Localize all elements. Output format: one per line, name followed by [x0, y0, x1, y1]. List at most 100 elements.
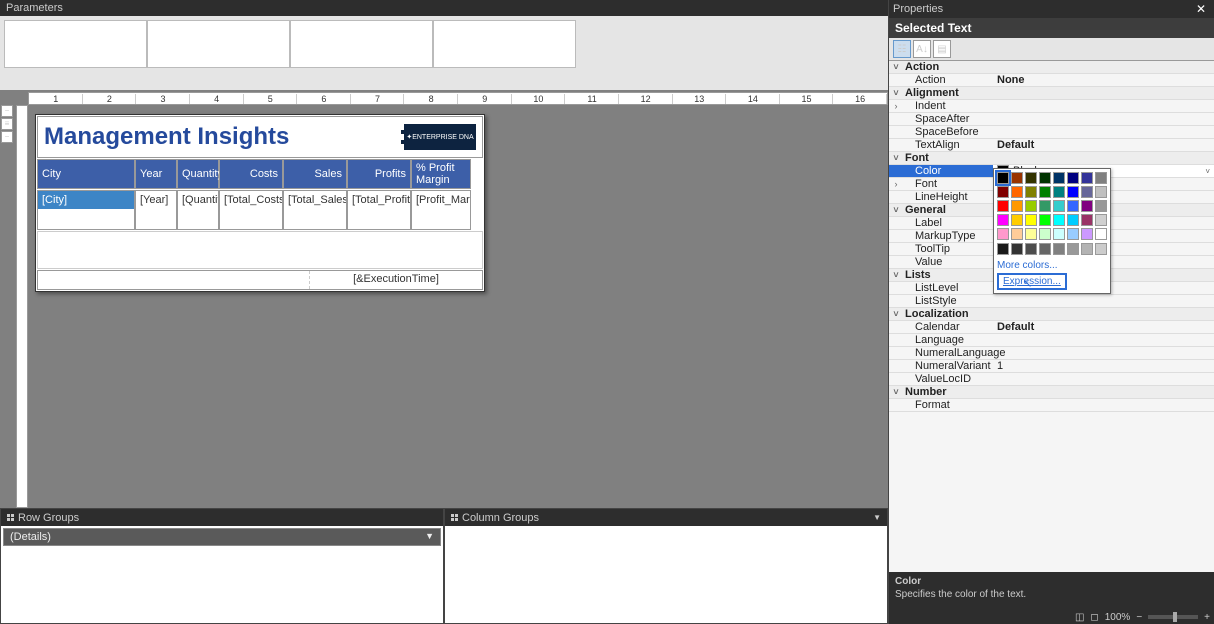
color-swatch[interactable] [1053, 243, 1065, 255]
color-swatch[interactable] [1025, 186, 1037, 198]
report-body[interactable]: Management Insights ✦ ENTERPRISE DNA Cit… [35, 114, 485, 292]
zoom-in-button[interactable]: + [1204, 612, 1210, 623]
color-swatch[interactable] [1039, 186, 1051, 198]
param-cell[interactable] [147, 20, 290, 68]
color-swatch[interactable] [1053, 214, 1065, 226]
color-swatch[interactable] [997, 214, 1009, 226]
zoom-slider[interactable] [1148, 615, 1198, 619]
color-swatch[interactable] [1081, 243, 1093, 255]
param-cell[interactable] [433, 20, 576, 68]
zoom-out-button[interactable]: − [1136, 612, 1142, 623]
color-swatch[interactable] [1095, 172, 1107, 184]
color-swatch[interactable] [1011, 172, 1023, 184]
close-icon[interactable]: ✕ [1192, 2, 1210, 16]
color-swatch[interactable] [1025, 214, 1037, 226]
color-swatch[interactable] [1095, 200, 1107, 212]
color-swatch[interactable] [1053, 186, 1065, 198]
expand-icon[interactable]: ˅ [889, 270, 903, 280]
alphabetical-view-button[interactable]: A↓ [913, 40, 931, 58]
param-cell[interactable] [290, 20, 433, 68]
color-swatch[interactable] [1067, 214, 1079, 226]
row-groups-body[interactable]: (Details) ▼ [1, 526, 443, 623]
color-swatch[interactable] [1067, 200, 1079, 212]
color-swatch[interactable] [1081, 200, 1093, 212]
report-title[interactable]: Management Insights [44, 123, 401, 151]
cell-quantity[interactable]: [Quantity] [178, 191, 218, 209]
color-swatch[interactable] [1025, 172, 1037, 184]
categorized-view-button[interactable]: ☷ [893, 40, 911, 58]
cell-city[interactable]: [City] [38, 191, 134, 209]
color-swatch[interactable] [1053, 172, 1065, 184]
col-header-profits[interactable]: Profits [348, 160, 410, 188]
cell-sales[interactable]: [Total_Sales] [284, 191, 346, 209]
col-header-city[interactable]: City [38, 160, 134, 188]
color-swatch[interactable] [1039, 243, 1051, 255]
expand-icon[interactable]: ˅ [889, 309, 903, 319]
color-swatch[interactable] [1095, 214, 1107, 226]
color-swatch[interactable] [1039, 172, 1051, 184]
color-swatch[interactable] [1067, 172, 1079, 184]
cell-year[interactable]: [Year] [136, 191, 176, 209]
color-swatch[interactable] [1095, 243, 1107, 255]
color-swatch[interactable] [1081, 172, 1093, 184]
color-swatch[interactable] [1039, 214, 1051, 226]
fit-page-icon[interactable]: ◻ [1090, 612, 1098, 623]
expand-icon[interactable]: › [889, 179, 903, 189]
logo-badge[interactable]: ✦ ENTERPRISE DNA [401, 124, 476, 150]
expand-icon[interactable]: › [889, 101, 903, 111]
col-header-quantity[interactable]: Quantity [178, 160, 218, 188]
param-cell[interactable] [4, 20, 147, 68]
color-swatch[interactable] [1039, 200, 1051, 212]
property-pages-button[interactable]: ▤ [933, 40, 951, 58]
expand-icon[interactable]: ˅ [889, 387, 903, 397]
color-swatch[interactable] [1053, 200, 1065, 212]
color-swatch[interactable] [1011, 243, 1023, 255]
color-swatch[interactable] [1081, 214, 1093, 226]
color-swatch[interactable] [1011, 186, 1023, 198]
expression-link[interactable]: Expression... ↖ [997, 273, 1067, 290]
color-swatch[interactable] [1025, 228, 1037, 240]
cell-profits[interactable]: [Total_Profits] [348, 191, 410, 209]
color-swatch[interactable] [1025, 200, 1037, 212]
expand-icon[interactable]: ˅ [889, 62, 903, 72]
cell-costs[interactable]: [Total_Costs] [220, 191, 282, 209]
color-swatch[interactable] [1095, 228, 1107, 240]
col-header-year[interactable]: Year [136, 160, 176, 188]
properties-grid[interactable]: ˅Action ActionNone ˅Alignment ›Indent Sp… [889, 61, 1214, 572]
color-swatch[interactable] [1011, 228, 1023, 240]
color-swatch[interactable] [1081, 228, 1093, 240]
color-swatch[interactable] [997, 172, 1009, 184]
color-swatch[interactable] [1067, 228, 1079, 240]
fit-width-icon[interactable]: ◫ [1075, 612, 1084, 623]
color-swatch[interactable] [1011, 200, 1023, 212]
color-swatch[interactable] [997, 243, 1009, 255]
col-header-margin[interactable]: % Profit Margin [412, 160, 470, 188]
color-swatch[interactable] [997, 200, 1009, 212]
dropdown-arrow-icon[interactable]: ▼ [873, 513, 881, 522]
color-swatch[interactable] [1081, 186, 1093, 198]
color-swatch[interactable] [997, 228, 1009, 240]
expand-icon[interactable]: ˅ [889, 88, 903, 98]
collapse-section-button[interactable]: − [1, 105, 13, 117]
more-colors-link[interactable]: More colors... [997, 258, 1107, 273]
cell-margin[interactable]: [Profit_Margin] [412, 191, 470, 209]
expand-icon[interactable]: ˅ [889, 153, 903, 163]
color-swatch[interactable] [1011, 214, 1023, 226]
color-swatch[interactable] [1025, 243, 1037, 255]
color-swatch[interactable] [1067, 186, 1079, 198]
col-header-costs[interactable]: Costs [220, 160, 282, 188]
color-swatch[interactable] [1053, 228, 1065, 240]
design-surface[interactable]: 1 2 3 4 5 6 7 8 9 10 11 12 13 14 15 16 −… [0, 90, 888, 508]
color-swatch[interactable] [1095, 186, 1107, 198]
dropdown-arrow-icon[interactable]: ˅ [1205, 167, 1210, 176]
row-group-details[interactable]: (Details) ▼ [3, 528, 441, 546]
exec-time-field[interactable]: [&ExecutionTime] [310, 271, 482, 289]
dropdown-arrow-icon[interactable]: ▼ [425, 531, 434, 543]
color-swatch[interactable] [1067, 243, 1079, 255]
column-groups-body[interactable] [445, 526, 887, 623]
expand-icon[interactable]: ˅ [889, 205, 903, 215]
col-header-sales[interactable]: Sales [284, 160, 346, 188]
color-swatch[interactable] [1039, 228, 1051, 240]
collapse-section-button[interactable]: − [1, 131, 13, 143]
row-handle-button[interactable]: ≡ [1, 118, 13, 130]
